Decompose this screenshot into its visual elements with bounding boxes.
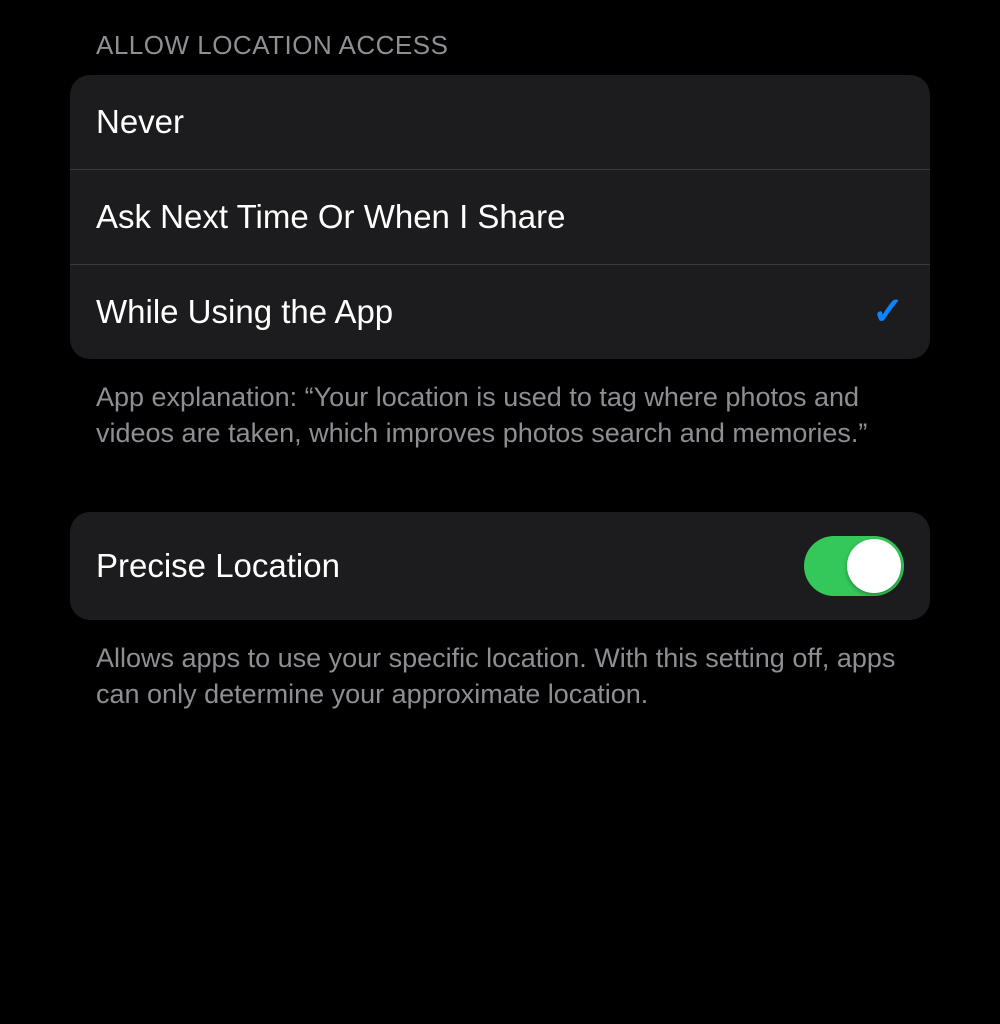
location-access-group: Never Ask Next Time Or When I Share Whil…	[70, 75, 930, 359]
precise-location-toggle[interactable]	[804, 536, 904, 596]
option-never[interactable]: Never	[70, 75, 930, 169]
precise-location-row: Precise Location	[70, 512, 930, 620]
precise-location-section: Precise Location Allows apps to use your…	[70, 512, 930, 713]
option-label: Never	[96, 103, 184, 141]
precise-location-label: Precise Location	[96, 547, 340, 585]
option-ask-next-time[interactable]: Ask Next Time Or When I Share	[70, 169, 930, 264]
precise-location-group: Precise Location	[70, 512, 930, 620]
checkmark-icon: ✓	[872, 293, 904, 331]
option-label: Ask Next Time Or When I Share	[96, 198, 565, 236]
option-while-using[interactable]: While Using the App ✓	[70, 264, 930, 359]
option-label: While Using the App	[96, 293, 393, 331]
section-header: ALLOW LOCATION ACCESS	[96, 30, 930, 61]
allow-location-section: ALLOW LOCATION ACCESS Never Ask Next Tim…	[70, 30, 930, 452]
toggle-knob	[847, 539, 901, 593]
app-explanation-text: App explanation: “Your location is used …	[96, 379, 910, 452]
precise-location-footer: Allows apps to use your specific locatio…	[96, 640, 910, 713]
